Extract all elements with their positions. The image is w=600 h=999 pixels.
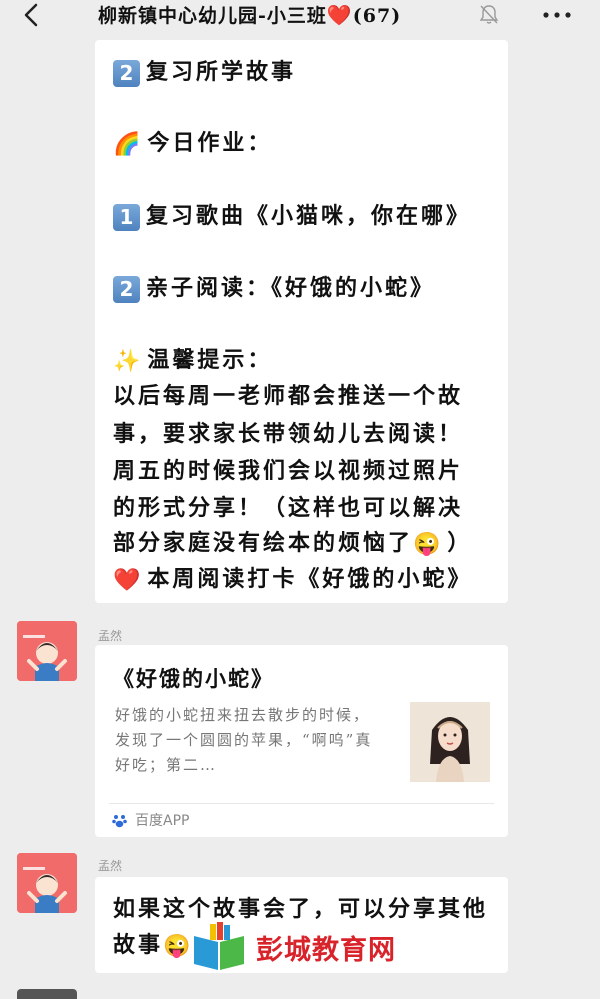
message-line: 2 亲子阅读：《好饿的小蛇》 bbox=[113, 270, 435, 303]
message-text: 复习歌曲《小猫咪，你在哪》 bbox=[146, 203, 472, 229]
card-divider bbox=[109, 803, 494, 804]
sender-name: 孟然 bbox=[98, 629, 123, 643]
member-count: (67) bbox=[352, 5, 402, 27]
message-line: 2 复习所学故事 bbox=[113, 54, 296, 87]
sender-avatar[interactable] bbox=[17, 621, 77, 681]
message-line: 1 复习歌曲《小猫咪，你在哪》 bbox=[113, 198, 471, 231]
keycap-2-icon: 2 bbox=[113, 59, 140, 87]
rainbow-icon: 🌈 bbox=[113, 131, 144, 157]
link-card[interactable]: 《好饿的小蛇》 好饿的小蛇扭来扭去散步的时候，发现了一个圆圆的苹果，“啊呜”真好… bbox=[95, 645, 508, 837]
message-text: 故事 bbox=[113, 932, 164, 958]
book-logo-icon bbox=[194, 922, 244, 970]
message-text: 部分家庭没有绘本的烦恼了 bbox=[113, 530, 414, 556]
message-line: 如果这个故事会了，可以分享其他 bbox=[113, 896, 489, 922]
heart-icon: ❤️ bbox=[326, 3, 353, 27]
chat-title-text: 柳新镇中心幼儿园-小三班 bbox=[98, 5, 327, 27]
card-description: 好饿的小蛇扭来扭去散步的时候，发现了一个圆圆的苹果，“啊呜”真好吃；第二… bbox=[115, 706, 373, 774]
message-line: 的形式分享！（这样也可以解决 bbox=[113, 495, 464, 521]
keycap-2-icon: 2 bbox=[113, 275, 140, 303]
winking-face-icon: 😜 bbox=[413, 531, 444, 557]
message-text: 复习所学故事 bbox=[146, 59, 297, 85]
message-text: 本周阅读打卡《好饿的小蛇》 bbox=[147, 566, 473, 592]
message-text: 温馨提示： bbox=[147, 347, 273, 373]
portrait-thumbnail-icon bbox=[410, 702, 490, 782]
card-source-name: 百度APP bbox=[135, 813, 190, 829]
message-line: ❤️ 本周阅读打卡《好饿的小蛇》 bbox=[113, 561, 472, 593]
site-watermark: 彭城教育网 bbox=[190, 922, 420, 974]
avatar-illustration-icon bbox=[17, 853, 77, 913]
message-text: 亲子阅读：《好饿的小蛇》 bbox=[146, 275, 436, 301]
avatar-illustration-icon bbox=[17, 621, 77, 681]
card-thumbnail bbox=[410, 702, 490, 782]
chat-header: 柳新镇中心幼儿园-小三班❤️(67) bbox=[0, 0, 600, 30]
message-text: ） bbox=[447, 530, 473, 556]
message-line: 以后每周一老师都会推送一个故 bbox=[113, 383, 464, 409]
card-title: 《好饿的小蛇》 bbox=[113, 666, 274, 691]
message-line: 事，要求家长带领幼儿去阅读！ bbox=[113, 421, 464, 447]
mute-bell-icon bbox=[479, 5, 499, 24]
chat-title: 柳新镇中心幼儿园-小三班❤️(67) bbox=[98, 1, 401, 28]
back-arrow-icon[interactable] bbox=[20, 2, 42, 28]
more-options-icon[interactable] bbox=[540, 2, 574, 28]
message-line: 🌈 今日作业： bbox=[113, 125, 272, 157]
watermark-text: 彭城教育网 bbox=[256, 935, 396, 966]
sparkles-icon: ✨ bbox=[113, 348, 144, 374]
sender-avatar-partial[interactable] bbox=[17, 989, 77, 999]
message-line: 故事😜 bbox=[113, 927, 197, 959]
message-line: 部分家庭没有绘本的烦恼了😜） bbox=[113, 525, 472, 557]
message-text: 今日作业： bbox=[147, 130, 273, 156]
message-line: 周五的时候我们会以视频过照片 bbox=[113, 458, 464, 484]
message-bubble-homework[interactable]: 2 复习所学故事 🌈 今日作业： 1 复习歌曲《小猫咪，你在哪》 2 亲子阅读：《好饿的… bbox=[95, 40, 508, 603]
sender-name: 孟然 bbox=[98, 859, 123, 873]
message-line: ✨ 温馨提示： bbox=[113, 342, 272, 374]
winking-face-icon: 😜 bbox=[163, 933, 194, 959]
sender-avatar[interactable] bbox=[17, 853, 77, 913]
red-heart-icon: ❤️ bbox=[113, 567, 144, 593]
baidu-paw-icon bbox=[112, 815, 127, 828]
keycap-1-icon: 1 bbox=[113, 203, 140, 231]
